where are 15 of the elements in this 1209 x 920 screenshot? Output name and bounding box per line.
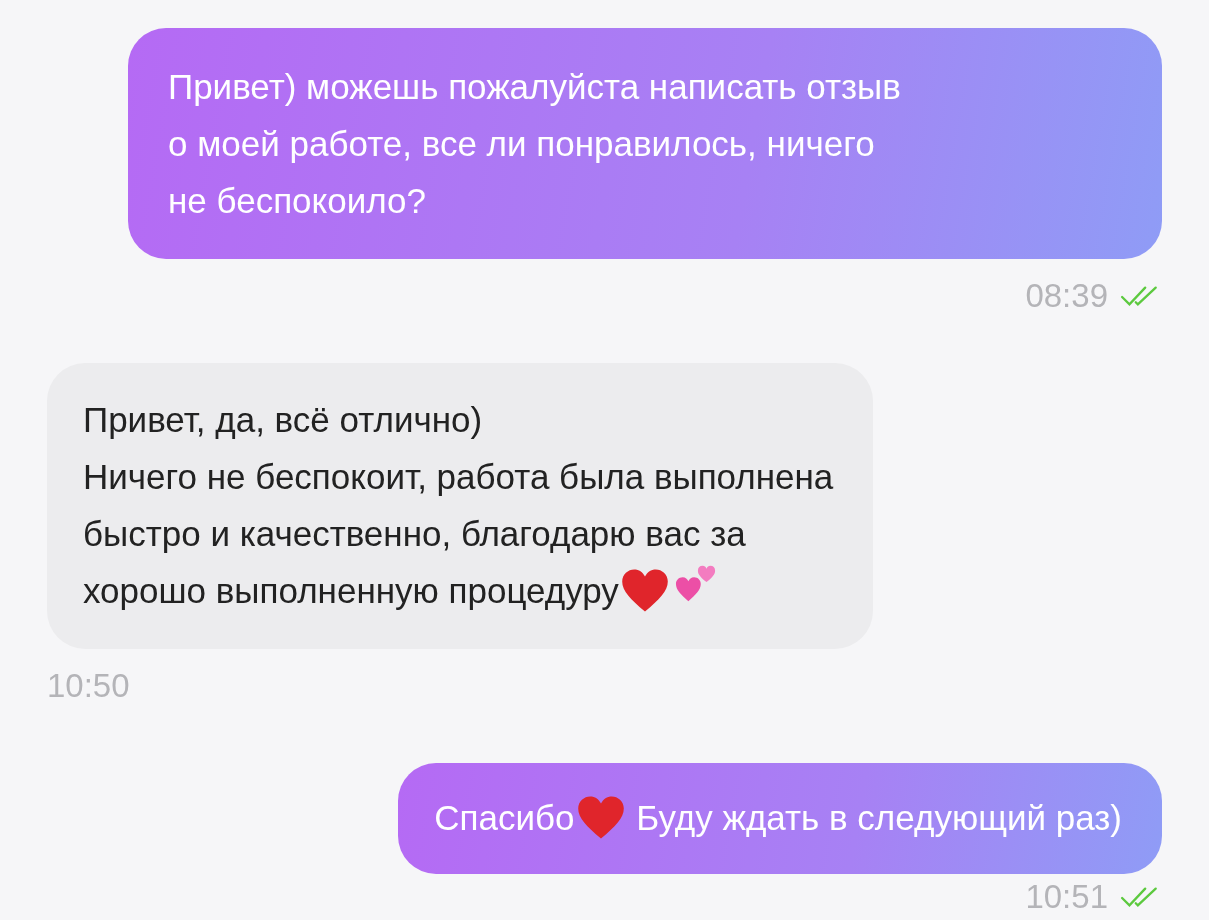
message-text: Буду ждать в следующий раз) — [635, 797, 1122, 839]
message-text: Привет) можешь пожалуйста написать отзыв — [168, 66, 901, 108]
message-time: 08:39 — [1025, 277, 1108, 315]
message-text: хорошо выполненную процедуру — [83, 570, 619, 612]
hearts-icon — [674, 563, 717, 604]
message-time: 10:50 — [47, 667, 130, 705]
heart-icon — [620, 567, 669, 614]
message-text: не беспокоило? — [168, 180, 427, 222]
message-text: Ничего не беспокоит, работа была выполнена — [83, 456, 834, 498]
message-text: быстро и качественно, благодарю вас за — [83, 513, 746, 555]
heart-icon — [576, 794, 625, 841]
message-time: 10:51 — [1025, 878, 1108, 916]
message-text: Спасибо — [434, 797, 575, 839]
message-text: о моей работе, все ли понравилось, ничего — [168, 123, 875, 165]
message-text: Привет, да, всё отлично) — [83, 399, 483, 441]
